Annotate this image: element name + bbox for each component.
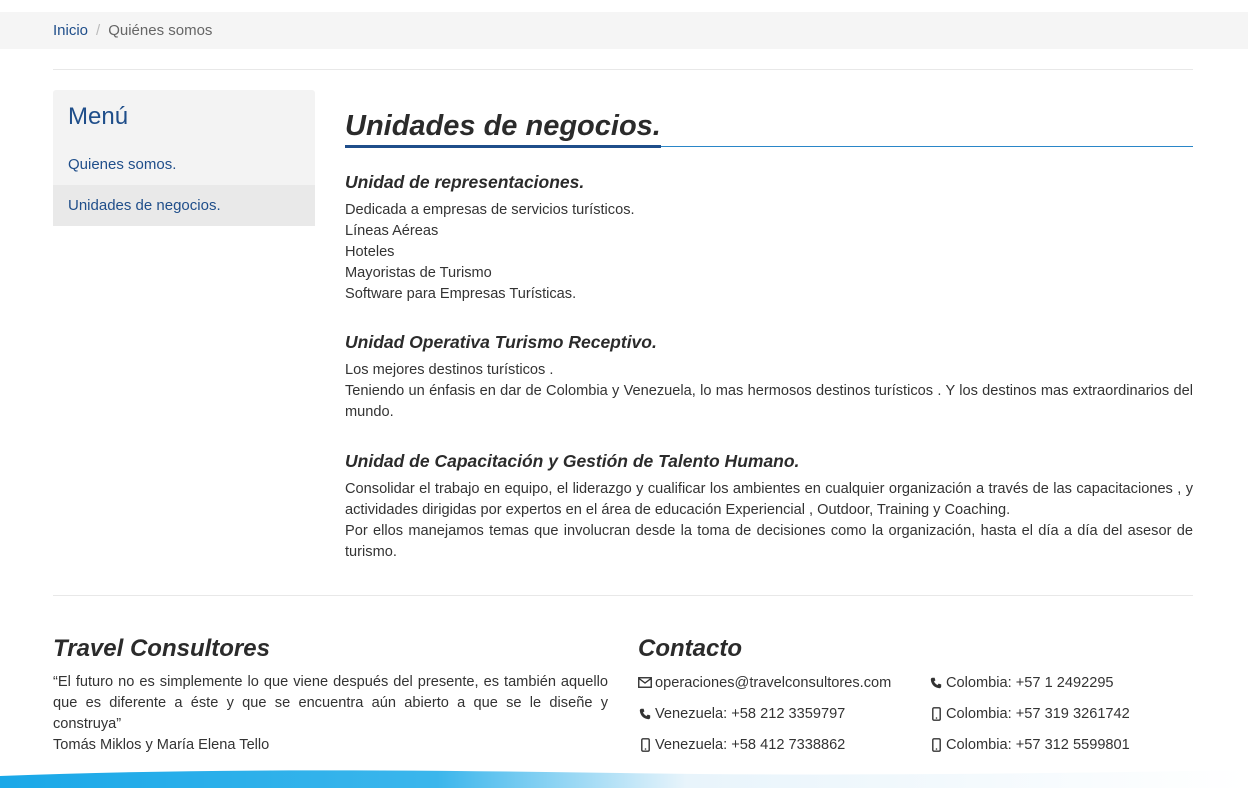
contact-mobile-colombia-2[interactable]: Colombia: +57 312 5599801 (929, 734, 1130, 755)
phone-icon (638, 708, 652, 720)
phone-icon (929, 677, 943, 689)
section-talento-humano: Unidad de Capacitación y Gestión de Tale… (345, 450, 1193, 563)
section-heading: Unidad de representaciones. (345, 172, 585, 192)
contact-mobile-colombia-1[interactable]: Colombia: +57 319 3261742 (929, 703, 1130, 724)
mobile-icon (929, 706, 943, 721)
section-line: Los mejores destinos turísticos . (345, 362, 554, 378)
breadcrumb-current: Quiénes somos (108, 22, 213, 39)
footer-about: Travel Consultores “El futuro no es simp… (53, 634, 608, 756)
section-turismo-receptivo: Unidad Operativa Turismo Receptivo. Los … (345, 331, 1193, 423)
section-line: Dedicada a empresas de servicios turísti… (345, 202, 635, 218)
footer-contact-title: Contacto (638, 635, 742, 662)
breadcrumb: Inicio / Quiénes somos (53, 12, 212, 49)
contact-mobile-text: Venezuela: +58 412 7338862 (655, 736, 846, 753)
contact-phone-text: Colombia: +57 1 2492295 (946, 674, 1114, 691)
page-title: Unidades de negocios. (345, 108, 661, 148)
mobile-icon (638, 737, 652, 752)
sidebar-item-quienes-somos[interactable]: Quienes somos. (53, 144, 315, 185)
breadcrumb-bar: Inicio / Quiénes somos (0, 12, 1248, 49)
footer-quote: “El futuro no es simplemente lo que vien… (53, 674, 608, 732)
section-line: Consolidar el trabajo en equipo, el lide… (345, 481, 1193, 518)
section-line: Teniendo un énfasis en dar de Colombia y… (345, 383, 1193, 420)
section-heading: Unidad Operativa Turismo Receptivo. (345, 332, 657, 352)
contact-mobile-text: Colombia: +57 312 5599801 (946, 736, 1130, 753)
contact-phone-venezuela[interactable]: Venezuela: +58 212 3359797 (638, 703, 845, 724)
top-divider (53, 69, 1193, 70)
contact-phone-text: Venezuela: +58 212 3359797 (655, 705, 846, 722)
breadcrumb-separator: / (96, 22, 101, 39)
main-content: Unidades de negocios. Unidad de represen… (345, 108, 1193, 560)
footer-about-title: Travel Consultores (53, 635, 270, 662)
section-line: Por ellos manejamos temas que involucran… (345, 523, 1193, 560)
contact-mobile-text: Colombia: +57 319 3261742 (946, 705, 1130, 722)
sidebar-item-unidades-de-negocios[interactable]: Unidades de negocios. (53, 185, 315, 226)
contact-email[interactable]: operaciones@travelconsultores.com (638, 672, 891, 693)
footer-divider (53, 595, 1193, 596)
section-line: Software para Empresas Turísticas. (345, 286, 577, 302)
mobile-icon (929, 737, 943, 752)
section-representaciones: Unidad de representaciones. Dedicada a e… (345, 171, 1193, 305)
sidebar-title: Menú (68, 103, 129, 130)
envelope-icon (638, 677, 652, 688)
section-heading: Unidad de Capacitación y Gestión de Tale… (345, 451, 800, 471)
contact-mobile-venezuela[interactable]: Venezuela: +58 412 7338862 (638, 734, 845, 755)
breadcrumb-home-link[interactable]: Inicio (53, 22, 88, 39)
footer-quote-author: Tomás Miklos y María Elena Tello (53, 737, 270, 753)
sidebar-menu: Menú Quienes somos. Unidades de negocios… (53, 90, 315, 226)
contact-email-text: operaciones@travelconsultores.com (655, 674, 892, 691)
footer-contact: Contacto (638, 634, 1193, 672)
section-line: Líneas Aéreas (345, 223, 439, 239)
section-line: Mayoristas de Turismo (345, 265, 492, 281)
decorative-wave (0, 770, 1248, 788)
contact-phone-colombia[interactable]: Colombia: +57 1 2492295 (929, 672, 1114, 693)
section-line: Hoteles (345, 244, 395, 260)
